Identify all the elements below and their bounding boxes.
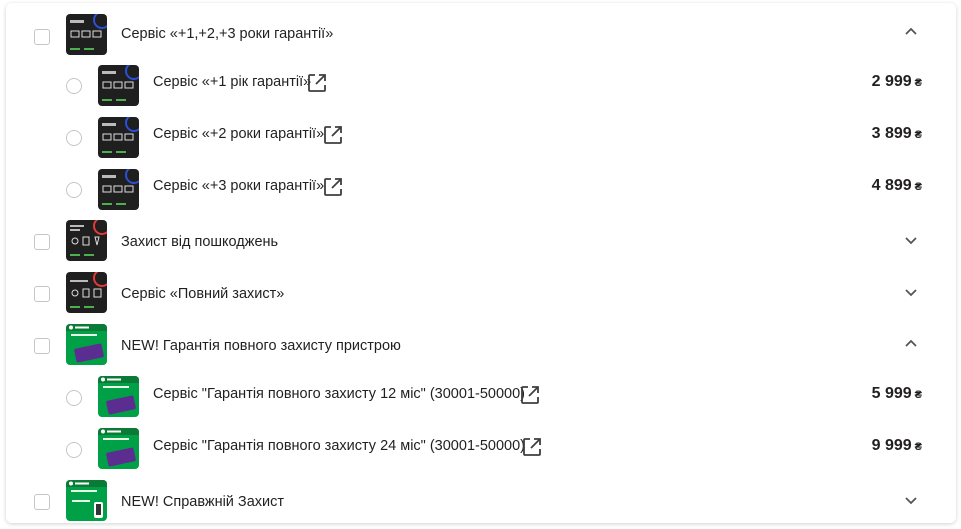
service-option-title: Сервіс «+2 роки гарантії» [153,126,325,142]
service-option-radio[interactable] [66,442,82,458]
service-group-checkbox[interactable] [34,494,50,510]
external-link-icon[interactable] [306,72,328,94]
service-group-title: Захист від пошкоджень [121,234,279,250]
service-option-price: 2 999 ₴ [871,73,922,90]
service-option-radio[interactable] [66,390,82,406]
dark-damage-protection-card-icon [66,220,107,261]
green-rozetka-card-icon [98,428,139,469]
service-thumbnail [66,324,107,365]
service-option-price: 9 999 ₴ [871,437,922,454]
green-rozetka-card-icon [66,324,107,365]
services-panel: Сервіс «+1,+2,+3 роки гарантії» Сервіс «… [6,3,956,523]
service-option-12-months[interactable]: Сервіс "Гарантія повного захисту 12 міс"… [6,370,956,422]
service-group-checkbox[interactable] [34,29,50,45]
external-link-icon[interactable] [519,384,541,406]
service-option-radio[interactable] [66,78,82,94]
chevron-down-icon[interactable] [902,283,920,301]
external-link-icon[interactable] [322,176,344,198]
external-link-icon[interactable] [521,436,543,458]
service-option-price: 4 899 ₴ [871,177,922,194]
service-option-thumbnail [98,428,139,469]
service-option-thumbnail [98,169,139,210]
service-group-checkbox[interactable] [34,286,50,302]
service-group-warranty[interactable]: Сервіс «+1,+2,+3 роки гарантії» [6,6,956,58]
service-option-radio[interactable] [66,182,82,198]
dark-warranty-card-icon [98,169,139,210]
dark-warranty-card-icon [98,117,139,158]
service-option-24-months[interactable]: Сервіс "Гарантія повного захисту 24 міс"… [6,422,956,474]
service-thumbnail [66,220,107,261]
chevron-down-icon[interactable] [902,491,920,509]
service-option-thumbnail [98,65,139,106]
chevron-up-icon[interactable] [902,335,920,353]
service-option-title: Сервіс «+1 рік гарантії» [153,74,312,90]
chevron-up-icon[interactable] [902,23,920,41]
service-group-title: NEW! Справжній Захист [121,494,284,510]
service-group-full-protection-guarantee[interactable]: NEW! Гарантія повного захисту пристрою [6,318,956,370]
service-option-price: 5 999 ₴ [871,385,922,402]
service-option-thumbnail [98,376,139,417]
service-option-radio[interactable] [66,130,82,146]
service-option-price: 3 899 ₴ [871,125,922,142]
service-group-checkbox[interactable] [34,338,50,354]
service-group-full-protection[interactable]: Сервіс «Повний захист» [6,266,956,318]
service-option-title: Сервіс "Гарантія повного захисту 24 міс"… [153,438,525,454]
chevron-down-icon[interactable] [902,231,920,249]
service-group-title: NEW! Гарантія повного захисту пристрою [121,338,401,354]
service-group-checkbox[interactable] [34,234,50,250]
dark-warranty-card-icon [66,14,107,55]
service-option-3-years[interactable]: Сервіс «+3 роки гарантії» 4 899 ₴ [6,162,956,214]
service-option-title: Сервіс «+3 роки гарантії» [153,178,325,194]
service-thumbnail [66,272,107,313]
green-rozetka-phone-card-icon [66,480,107,521]
service-thumbnail [66,480,107,521]
dark-warranty-card-icon [98,65,139,106]
external-link-icon[interactable] [322,124,344,146]
service-group-damage-protection[interactable]: Захист від пошкоджень [6,214,956,266]
service-option-thumbnail [98,117,139,158]
service-thumbnail [66,14,107,55]
service-group-title: Сервіс «+1,+2,+3 роки гарантії» [121,26,334,42]
service-option-1-year[interactable]: Сервіс «+1 рік гарантії» 2 999 ₴ [6,58,956,110]
service-option-title: Сервіс "Гарантія повного захисту 12 міс"… [153,386,525,402]
service-option-2-years[interactable]: Сервіс «+2 роки гарантії» 3 899 ₴ [6,110,956,162]
service-group-title: Сервіс «Повний захист» [121,286,285,302]
green-rozetka-card-icon [98,376,139,417]
dark-full-protection-card-icon [66,272,107,313]
service-group-real-protection[interactable]: NEW! Справжній Захист [6,474,956,523]
